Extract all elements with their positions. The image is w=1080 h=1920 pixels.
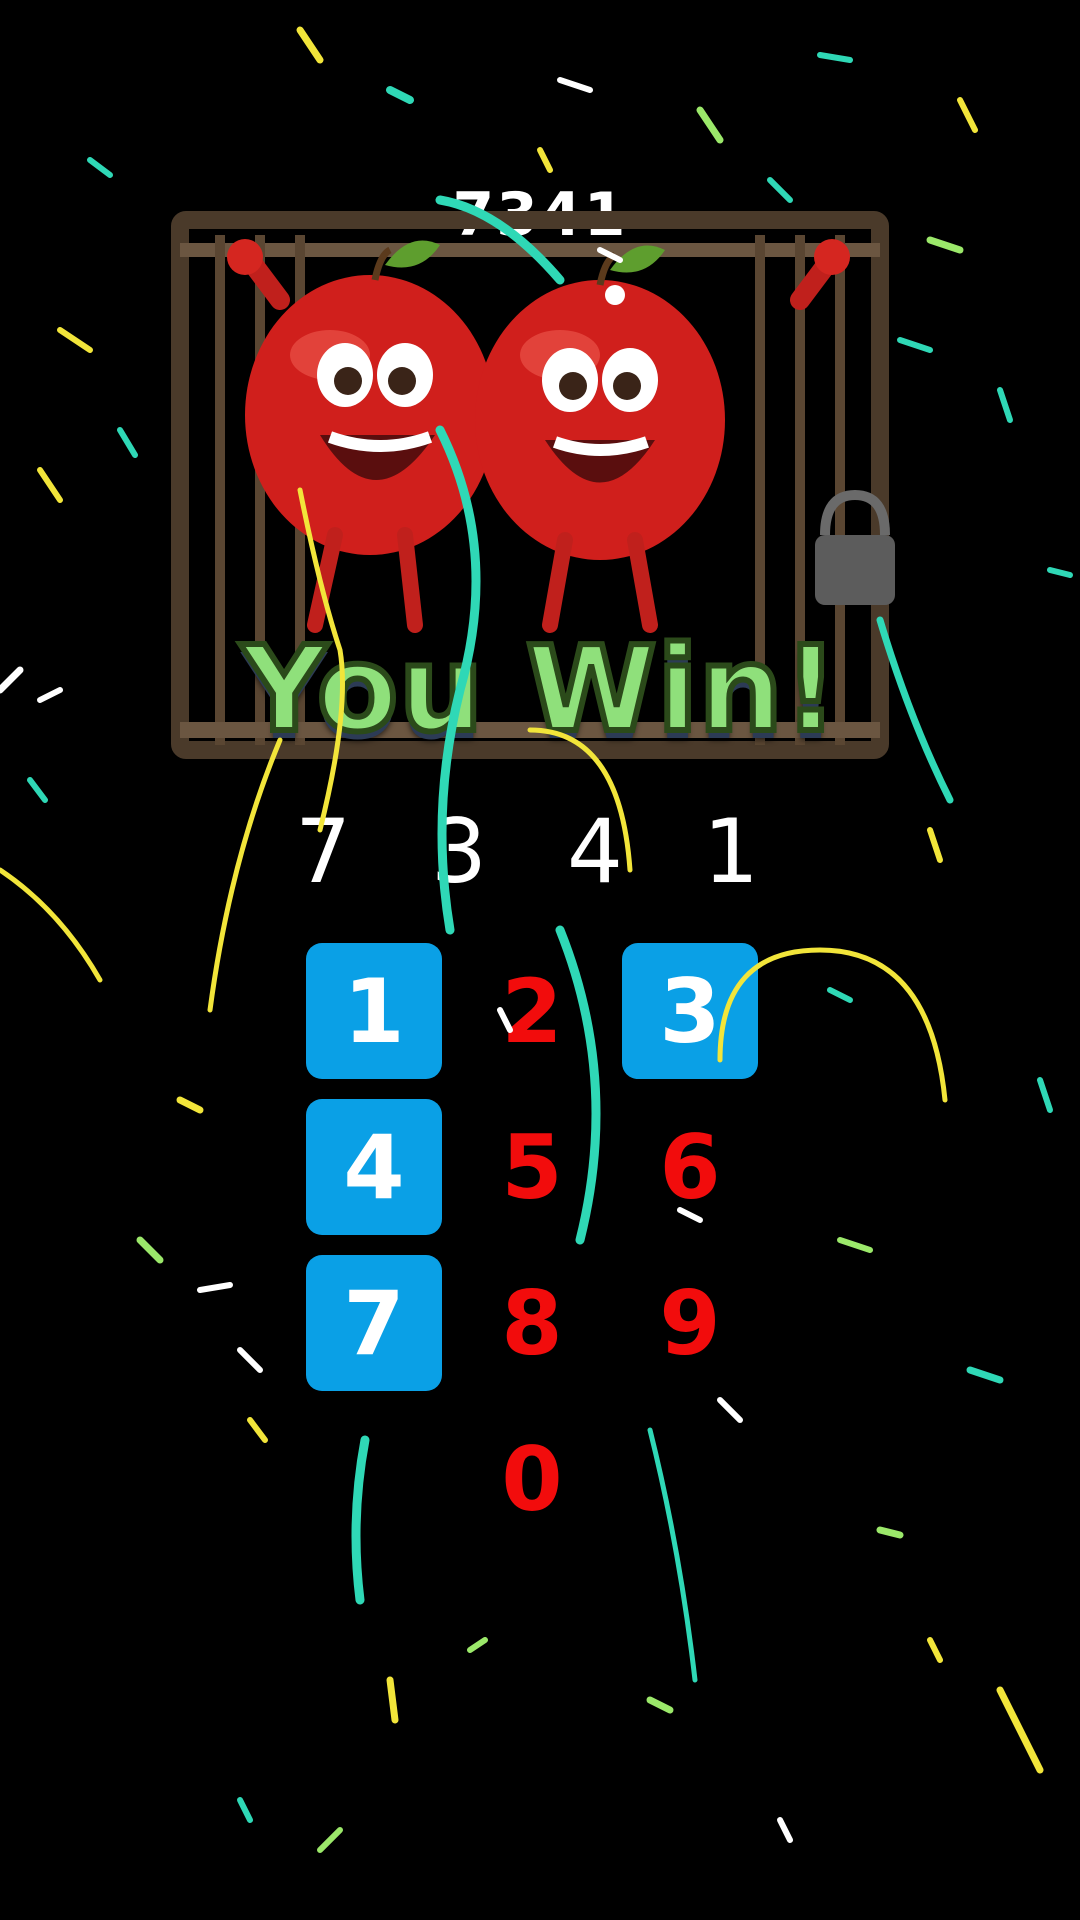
key-3[interactable]: 3 xyxy=(622,943,758,1079)
key-8[interactable]: 8 xyxy=(464,1255,600,1391)
key-4[interactable]: 4 xyxy=(306,1099,442,1235)
key-9[interactable]: 9 xyxy=(622,1255,758,1391)
key-2[interactable]: 2 xyxy=(464,943,600,1079)
key-7[interactable]: 7 xyxy=(306,1255,442,1391)
key-5[interactable]: 5 xyxy=(464,1099,600,1235)
you-win-title: You Win! xyxy=(238,617,840,761)
key-6[interactable]: 6 xyxy=(622,1099,758,1235)
apple-right xyxy=(475,239,850,633)
entered-code-display: 7 3 4 1 xyxy=(295,800,785,903)
apple-left xyxy=(227,239,495,633)
padlock-icon xyxy=(815,489,895,605)
keypad: 1 2 3 4 5 6 7 8 9 0 xyxy=(306,943,760,1547)
key-0[interactable]: 0 xyxy=(464,1411,600,1547)
key-1[interactable]: 1 xyxy=(306,943,442,1079)
